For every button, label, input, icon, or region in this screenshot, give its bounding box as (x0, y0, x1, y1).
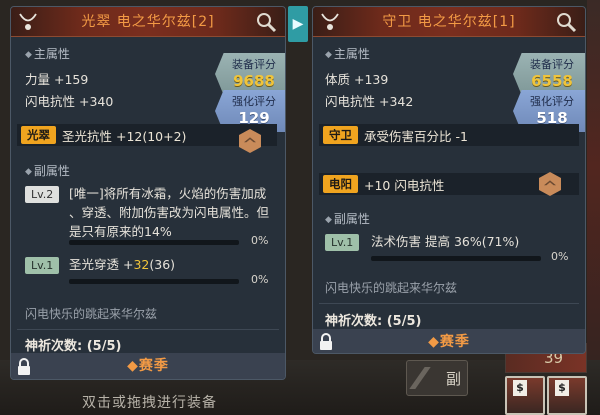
set-tag: 光翠 (21, 126, 56, 144)
sub-attr-spell-damage: 法术伤害 提高 36%(71%) (371, 234, 520, 249)
season-label: ◆赛季 (127, 358, 169, 374)
flavor-text: 闪电快乐的跳起来华尔兹 (325, 281, 458, 295)
search-icon[interactable] (555, 11, 577, 33)
sub-attr-title: 副属性 (325, 210, 370, 227)
equip-score-badge: 装备评分 9688 (215, 53, 285, 95)
set-bonus-row: 守卫 承受伤害百分比 -1 (319, 124, 579, 146)
inventory-slot[interactable]: $ (505, 376, 545, 415)
set-bonus-text: 圣光抗性 +12(10+2) (62, 128, 187, 144)
sub-attr-line: 、穿透、附加伤害改为闪电属性。但 (69, 205, 270, 220)
sub-attr-title: 副属性 (25, 162, 70, 179)
set-tag: 守卫 (323, 126, 358, 144)
main-stat-lightning-res: 闪电抗性 +340 (25, 94, 114, 109)
set-bonus-text: 承受伤害百分比 -1 (364, 128, 468, 144)
necklace-icon (19, 13, 37, 30)
flavor-text: 闪电快乐的跳起来华尔兹 (25, 307, 158, 321)
sub-attr-progress (371, 256, 541, 261)
divider (319, 303, 579, 304)
equip-score-value: 6558 (531, 72, 573, 90)
prayer-count: 神祈次数: (5/5) (325, 314, 422, 329)
main-stat-lightning-res: 闪电抗性 +342 (325, 94, 414, 109)
compare-item-tooltip: 守卫 电之华尔兹[1] 主属性 体质 +139 闪电抗性 +342 装备评分 6… (312, 6, 586, 354)
dollar-badge: $ (555, 380, 569, 396)
sub-attr-progress (69, 240, 239, 245)
season-bar: ◆赛季 (11, 353, 285, 379)
sub-attr-level: Lv.2 (25, 186, 60, 203)
sub-attr-description: [唯一]将所有冰霜，火焰的伤害加成 、穿透、附加伤害改为闪电属性。但 是只有原来… (69, 184, 285, 241)
item-title-bar: 光翠 电之华尔兹[2] (11, 7, 285, 37)
divider (17, 329, 279, 330)
search-icon[interactable] (255, 11, 277, 33)
equip-score-label: 装备评分 (530, 58, 574, 71)
background-edge (587, 0, 600, 415)
item-title: 守卫 电之华尔兹[1] (382, 14, 516, 30)
season-label: ◆赛季 (428, 334, 470, 350)
item-title-bar: 守卫 电之华尔兹[1] (313, 7, 585, 37)
season-bar: ◆赛季 (313, 329, 585, 353)
set-bonus-row: 光翠 圣光抗性 +12(10+2) (17, 124, 277, 146)
set-tag: 电阳 (323, 175, 358, 193)
equip-score-badge: 装备评分 6558 (513, 53, 585, 95)
sub-attr-pierce: 圣光穿透 +32(36) (69, 255, 175, 274)
lock-icon[interactable] (319, 333, 333, 351)
necklace-icon (321, 13, 339, 30)
sub-attr-percent: 0% (251, 273, 269, 286)
sub-attr-percent: 0% (251, 234, 269, 247)
main-attr-title: 主属性 (325, 45, 370, 62)
sub-attr-progress (69, 279, 239, 284)
dollar-badge: $ (513, 380, 527, 396)
item-title: 光翠 电之华尔兹[2] (81, 14, 215, 30)
sub-attr-pierce-value: 32 (133, 257, 150, 272)
sub-attr-level: Lv.1 (325, 234, 360, 251)
slash-icon (409, 367, 451, 389)
sub-attr-pierce-max: (36) (149, 257, 176, 272)
lock-icon[interactable] (17, 358, 31, 376)
prayer-count: 神祈次数: (5/5) (25, 339, 122, 354)
sub-attr-percent: 0% (551, 250, 569, 263)
equip-score-label: 装备评分 (232, 58, 276, 71)
sub-weapon-button[interactable]: 副 (406, 360, 468, 396)
sub-attr-line: [唯一]将所有冰霜，火焰的伤害加成 (69, 186, 267, 201)
equip-score-value: 9688 (233, 72, 275, 90)
main-stat-constitution: 体质 +139 (325, 72, 389, 87)
sub-weapon-label: 副 (445, 369, 461, 388)
enhance-score-label: 强化评分 (232, 95, 276, 108)
sub-attr-level: Lv.1 (25, 257, 60, 274)
sub-attr-pierce-label: 圣光穿透 + (69, 257, 134, 272)
enhance-score-label: 强化评分 (530, 95, 574, 108)
chevron-right-icon[interactable]: ▶ (288, 6, 308, 42)
main-attr-title: 主属性 (25, 45, 70, 62)
main-stat-strength: 力量 +159 (25, 72, 89, 87)
equipped-item-tooltip: 光翠 电之华尔兹[2] 主属性 力量 +159 闪电抗性 +340 装备评分 9… (10, 6, 286, 380)
inventory-slot[interactable]: $ (547, 376, 587, 415)
set-bonus-text: +10 闪电抗性 (364, 177, 445, 193)
equip-hint: 双击或拖拽进行装备 (82, 395, 217, 411)
